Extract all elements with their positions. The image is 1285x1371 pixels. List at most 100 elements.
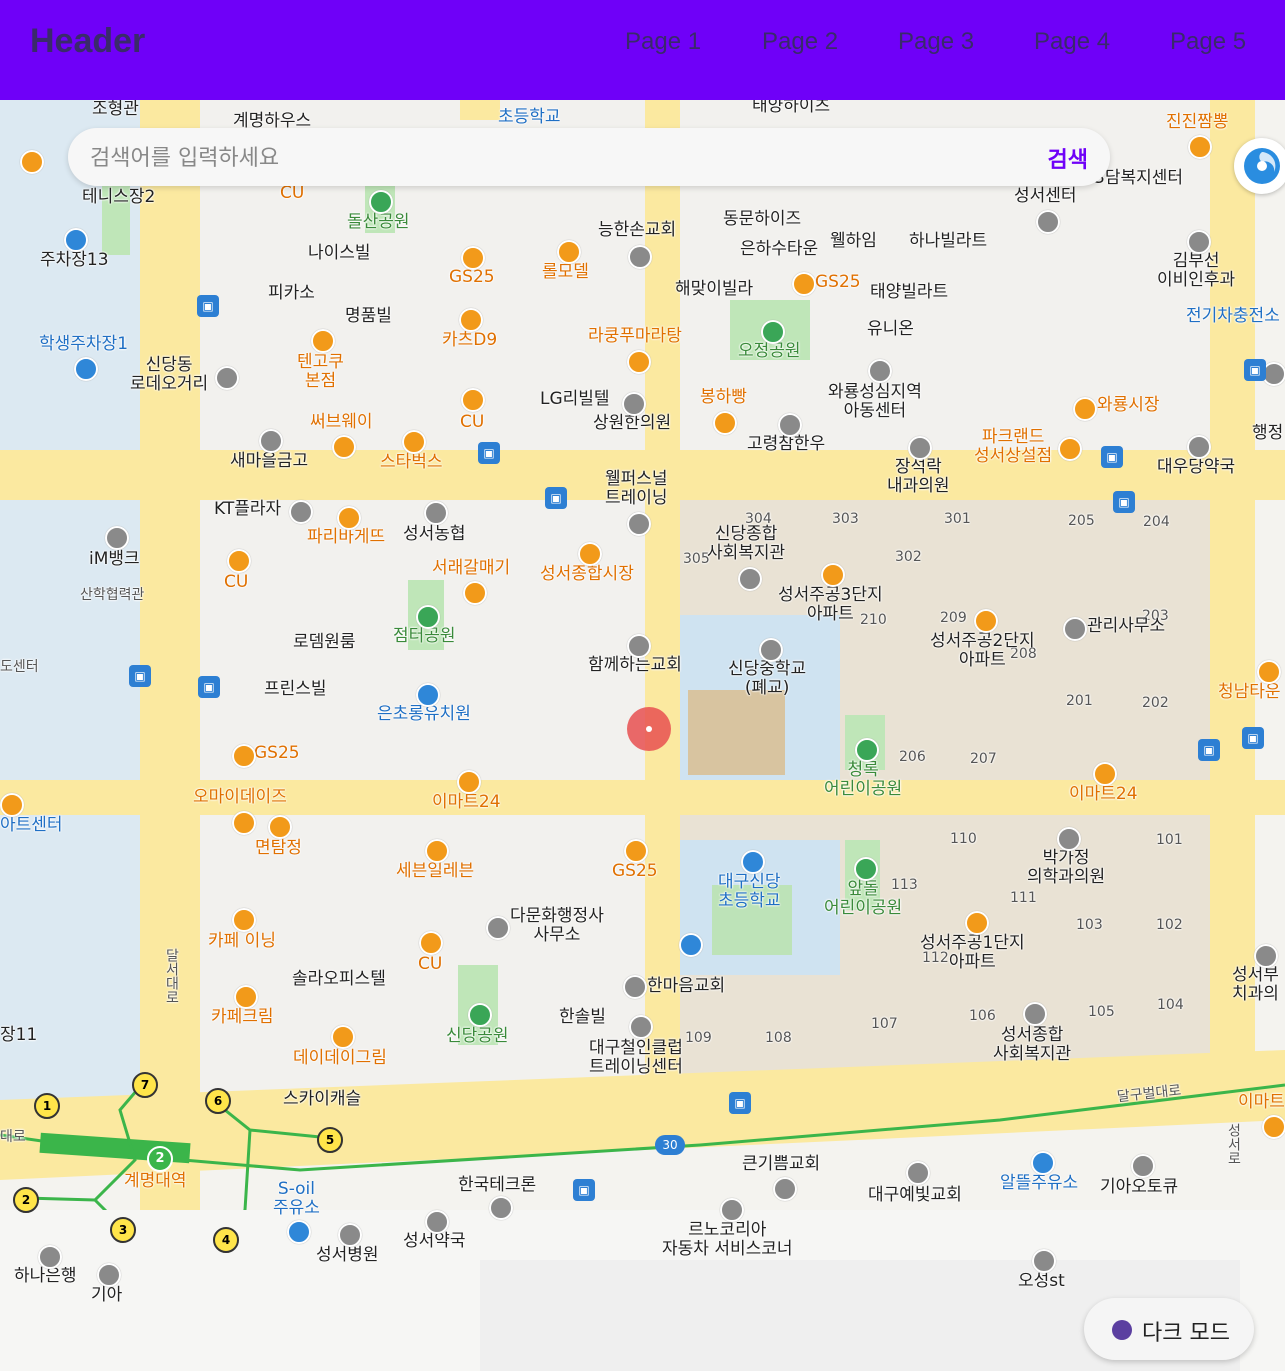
label-hansolbill[interactable]: 한솔빌 bbox=[559, 1008, 606, 1027]
school-icon[interactable] bbox=[741, 850, 765, 874]
restaurant-icon[interactable] bbox=[627, 350, 651, 374]
label-cheongrok[interactable]: 청록 어린이공원 bbox=[824, 761, 902, 799]
bus-stop-icon[interactable]: ▣ bbox=[573, 1179, 595, 1201]
restaurant-icon[interactable] bbox=[268, 815, 292, 839]
subway-exit-6[interactable]: 6 bbox=[205, 1088, 231, 1114]
nav-page-5[interactable]: Page 5 bbox=[1170, 28, 1246, 56]
label-daegu-shindang-elem[interactable]: 대구신당 초등학교 bbox=[718, 873, 781, 911]
nav-page-1[interactable]: Page 1 bbox=[625, 28, 701, 56]
label-solar-office[interactable]: 솔라오피스텔 bbox=[292, 970, 386, 989]
market-icon[interactable] bbox=[578, 542, 602, 566]
current-location-marker[interactable] bbox=[627, 707, 671, 751]
store-icon[interactable] bbox=[425, 839, 449, 863]
label-gs25-b[interactable]: GS25 bbox=[815, 273, 861, 292]
label-cu-2[interactable]: CU bbox=[460, 413, 484, 432]
label-paris-baguette[interactable]: 파리바게뜨 bbox=[307, 528, 385, 547]
gas-station-icon[interactable] bbox=[287, 1220, 311, 1244]
label-neunghanson-church[interactable]: 능한손교회 bbox=[598, 221, 676, 240]
subway-exit-3[interactable]: 3 bbox=[110, 1217, 136, 1243]
gym-icon[interactable] bbox=[627, 512, 651, 536]
hospital-icon[interactable] bbox=[1057, 827, 1081, 851]
label-seorae-galmaegi[interactable]: 서래갈매기 bbox=[432, 559, 510, 578]
subway-exit-5[interactable]: 5 bbox=[317, 1127, 343, 1153]
label-seongseo-apt1[interactable]: 성서주공1단지 아파트 bbox=[920, 934, 1025, 972]
label-picasso[interactable]: 피카소 bbox=[268, 284, 315, 303]
label-eunchorong[interactable]: 은초롱유치원 bbox=[377, 705, 471, 724]
bank-icon[interactable] bbox=[38, 1245, 62, 1269]
gym-icon[interactable] bbox=[629, 1015, 653, 1039]
label-taeyang-heights[interactable]: 태양하이츠 bbox=[752, 100, 830, 116]
kindergarten-icon[interactable] bbox=[416, 683, 440, 707]
label-cheongnam[interactable]: 청남타운 bbox=[1218, 683, 1281, 702]
store-icon[interactable] bbox=[461, 388, 485, 412]
label-ev-station[interactable]: 전기차충전소 bbox=[1186, 307, 1280, 326]
label-gyemyeong-station[interactable]: 계명대역 bbox=[124, 1172, 187, 1191]
label-unions[interactable]: 유니온 bbox=[867, 320, 914, 339]
building-icon[interactable] bbox=[489, 1196, 513, 1220]
label-sky-castle[interactable]: 스카이캐슬 bbox=[283, 1090, 361, 1109]
hospital-icon[interactable] bbox=[908, 436, 932, 460]
restaurant-icon[interactable] bbox=[1188, 135, 1212, 159]
store-icon[interactable] bbox=[1257, 660, 1281, 684]
search-button[interactable]: 검색 bbox=[1048, 142, 1088, 174]
apartment-icon[interactable] bbox=[974, 609, 998, 633]
building-icon[interactable] bbox=[1032, 1249, 1056, 1273]
label-tengcook[interactable]: 텐고쿠 본점 bbox=[297, 353, 344, 391]
label-omy-daze[interactable]: 오마이데이즈 bbox=[193, 788, 287, 807]
label-wellhaim[interactable]: 웰하임 bbox=[830, 232, 877, 251]
label-cu-1[interactable]: CU bbox=[280, 184, 304, 203]
label-cafe-krim[interactable]: 카페크림 bbox=[211, 1008, 274, 1027]
label-goryeong-hanwoo[interactable]: 고령참한우 bbox=[747, 435, 825, 454]
subway-exit-7[interactable]: 7 bbox=[132, 1072, 158, 1098]
label-do-center[interactable]: 도센터 bbox=[0, 659, 39, 675]
bus-stop-icon[interactable]: ▣ bbox=[545, 487, 567, 509]
bank-icon[interactable] bbox=[105, 526, 129, 550]
bus-stop-icon[interactable]: ▣ bbox=[1101, 446, 1123, 468]
label-daydaygrim[interactable]: 데이데이그림 bbox=[293, 1049, 387, 1068]
cafe-icon[interactable] bbox=[234, 985, 258, 1009]
label-gs25-a[interactable]: GS25 bbox=[449, 268, 495, 287]
label-seongseo-center[interactable]: 성서센터 bbox=[1014, 187, 1077, 206]
label-shindang-welfare[interactable]: 신당종합 사회복지관 bbox=[707, 525, 785, 563]
label-seongseo-market[interactable]: 성서종합시장 bbox=[540, 565, 634, 584]
bus-stop-icon[interactable]: ▣ bbox=[1113, 491, 1135, 513]
store-icon[interactable] bbox=[1058, 437, 1082, 461]
church-icon[interactable] bbox=[623, 975, 647, 999]
label-seongseo-apt3[interactable]: 성서주공3단지 아파트 bbox=[778, 586, 883, 624]
park-icon[interactable] bbox=[854, 857, 878, 881]
hospital-icon[interactable] bbox=[1187, 230, 1211, 254]
parking-icon[interactable] bbox=[679, 933, 703, 957]
label-tennis2[interactable]: 테니스장2 bbox=[82, 188, 155, 207]
label-jinjin-jjambbong[interactable]: 진진짬뽕 bbox=[1166, 113, 1229, 132]
church-icon[interactable] bbox=[628, 245, 652, 269]
nav-page-3[interactable]: Page 3 bbox=[898, 28, 974, 56]
subway-exit-4[interactable]: 4 bbox=[213, 1227, 239, 1253]
label-lg-billtel[interactable]: LG리빌텔 bbox=[540, 390, 610, 409]
label-seongseo-dental[interactable]: 성서부 치과의 bbox=[1232, 966, 1279, 1004]
label-prince-bill[interactable]: 프린스빌 bbox=[264, 680, 327, 699]
store-icon[interactable] bbox=[1093, 762, 1117, 786]
apartment-icon[interactable] bbox=[965, 911, 989, 935]
building-icon[interactable] bbox=[486, 916, 510, 940]
building-icon[interactable] bbox=[868, 359, 892, 383]
bus-stop-icon[interactable]: ▣ bbox=[1244, 359, 1266, 381]
hospital-icon[interactable] bbox=[622, 392, 646, 416]
label-nice-bill[interactable]: 나이스빌 bbox=[308, 244, 371, 263]
store-icon[interactable] bbox=[232, 744, 256, 768]
bakery-icon[interactable] bbox=[713, 411, 737, 435]
dark-mode-toggle[interactable]: 다크 모드 bbox=[1084, 1298, 1254, 1360]
label-sanhak-gwan[interactable]: 산학협력관 bbox=[80, 587, 144, 603]
label-kimbuseon-ent[interactable]: 김부선 이비인후과 bbox=[1157, 252, 1235, 290]
bus-stop-icon[interactable]: ▣ bbox=[478, 442, 500, 464]
park-icon[interactable] bbox=[468, 1003, 492, 1027]
bus-stop-icon[interactable]: ▣ bbox=[198, 676, 220, 698]
store-icon[interactable] bbox=[1262, 1115, 1285, 1139]
label-daewoo-pharm[interactable]: 대우당약국 bbox=[1157, 458, 1235, 477]
church-icon[interactable] bbox=[906, 1161, 930, 1185]
label-jo-hyeong-gwan[interactable]: 조형관 bbox=[92, 100, 139, 119]
app-logo-button[interactable] bbox=[1234, 138, 1285, 194]
restaurant-icon[interactable] bbox=[557, 240, 581, 264]
label-seven-eleven[interactable]: 세븐일레븐 bbox=[396, 862, 474, 881]
bus-stop-icon[interactable]: ▣ bbox=[729, 1092, 751, 1114]
subway-exit-2[interactable]: 2 bbox=[13, 1187, 39, 1213]
